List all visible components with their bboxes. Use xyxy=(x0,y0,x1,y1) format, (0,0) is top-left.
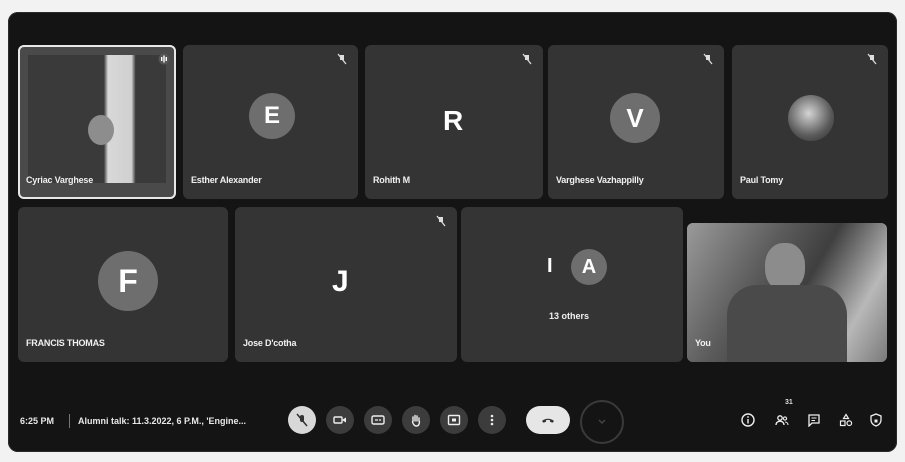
participant-name: Jose D'cotha xyxy=(243,338,297,348)
reaction-button[interactable] xyxy=(580,400,624,444)
clock: 6:25 PM xyxy=(20,416,55,426)
captions-button[interactable] xyxy=(364,406,392,434)
info-icon xyxy=(741,413,755,427)
participant-tile-esther[interactable]: E Esther Alexander xyxy=(183,45,358,199)
participant-name: Cyriac Varghese xyxy=(26,175,94,185)
participant-avatar: J xyxy=(332,265,349,298)
mic-off-icon xyxy=(296,413,308,427)
more-options-button[interactable] xyxy=(478,406,506,434)
participant-tile-paul[interactable]: Paul Tomy xyxy=(732,45,888,199)
participant-tile-jose[interactable]: J Jose D'cotha xyxy=(235,207,457,362)
participant-tile-varghese[interactable]: V Varghese Vazhappilly xyxy=(548,45,724,199)
meeting-details-button[interactable] xyxy=(740,412,756,428)
participant-avatar: R xyxy=(443,105,464,136)
participant-name: You xyxy=(695,338,711,348)
divider xyxy=(69,414,70,428)
person-head xyxy=(88,115,114,145)
more-vertical-icon xyxy=(490,414,494,426)
captions-icon xyxy=(371,415,385,425)
others-avatar-i: I xyxy=(547,255,553,277)
activities-icon xyxy=(839,413,853,427)
participant-photo xyxy=(788,95,834,141)
participant-avatar: E xyxy=(249,93,295,139)
participant-name: Varghese Vazhappilly xyxy=(556,175,644,185)
mic-off-icon xyxy=(522,53,532,65)
participant-tile-you[interactable]: You xyxy=(687,223,887,362)
others-count-label: 13 others xyxy=(549,311,590,321)
speaking-indicator-icon xyxy=(158,53,170,65)
participant-name: Rohith M xyxy=(373,175,410,185)
self-body xyxy=(727,285,847,362)
participant-name: FRANCIS THOMAS xyxy=(26,338,105,348)
leave-call-button[interactable] xyxy=(526,406,570,434)
bottom-toolbar: 6:25 PM Alumni talk: 11.3.2022, 6 P.M., … xyxy=(8,398,897,452)
meeting-title: Alumni talk: 11.3.2022, 6 P.M., 'Engine.… xyxy=(78,416,247,426)
others-avatar-a: A xyxy=(571,249,607,285)
participant-tile-francis[interactable]: F FRANCIS THOMAS xyxy=(18,207,228,362)
people-button[interactable] xyxy=(774,412,790,428)
end-call-icon xyxy=(542,418,554,423)
participant-avatar: F xyxy=(98,251,158,311)
present-icon xyxy=(447,414,461,426)
participant-name: Esther Alexander xyxy=(191,175,262,185)
mic-off-icon xyxy=(703,53,713,65)
participant-name: Paul Tomy xyxy=(740,175,784,185)
mic-off-icon xyxy=(337,53,347,65)
people-icon xyxy=(775,415,789,426)
people-count-badge: 31 xyxy=(785,399,793,406)
chevron-down-icon xyxy=(598,419,606,425)
hand-icon xyxy=(411,414,421,427)
shield-lock-icon xyxy=(870,413,882,427)
chat-button[interactable] xyxy=(806,412,822,428)
participant-tile-cyriac[interactable]: Cyriac Varghese xyxy=(18,45,176,199)
present-screen-button[interactable] xyxy=(440,406,468,434)
host-controls-button[interactable] xyxy=(868,412,884,428)
video-camera-icon xyxy=(333,416,346,424)
mic-toggle-button[interactable] xyxy=(288,406,316,434)
participant-avatar: V xyxy=(610,93,660,143)
others-tile[interactable]: I A 13 others xyxy=(461,207,683,362)
camera-toggle-button[interactable] xyxy=(326,406,354,434)
raise-hand-button[interactable] xyxy=(402,406,430,434)
meeting-screen: Cyriac Varghese E Esther Alexander R Roh… xyxy=(8,12,897,452)
activities-button[interactable] xyxy=(838,412,854,428)
self-head xyxy=(765,243,805,291)
participant-tile-rohith[interactable]: R Rohith M xyxy=(365,45,543,199)
mic-off-icon xyxy=(436,215,446,227)
mic-off-icon xyxy=(867,53,877,65)
chat-icon xyxy=(808,414,820,427)
